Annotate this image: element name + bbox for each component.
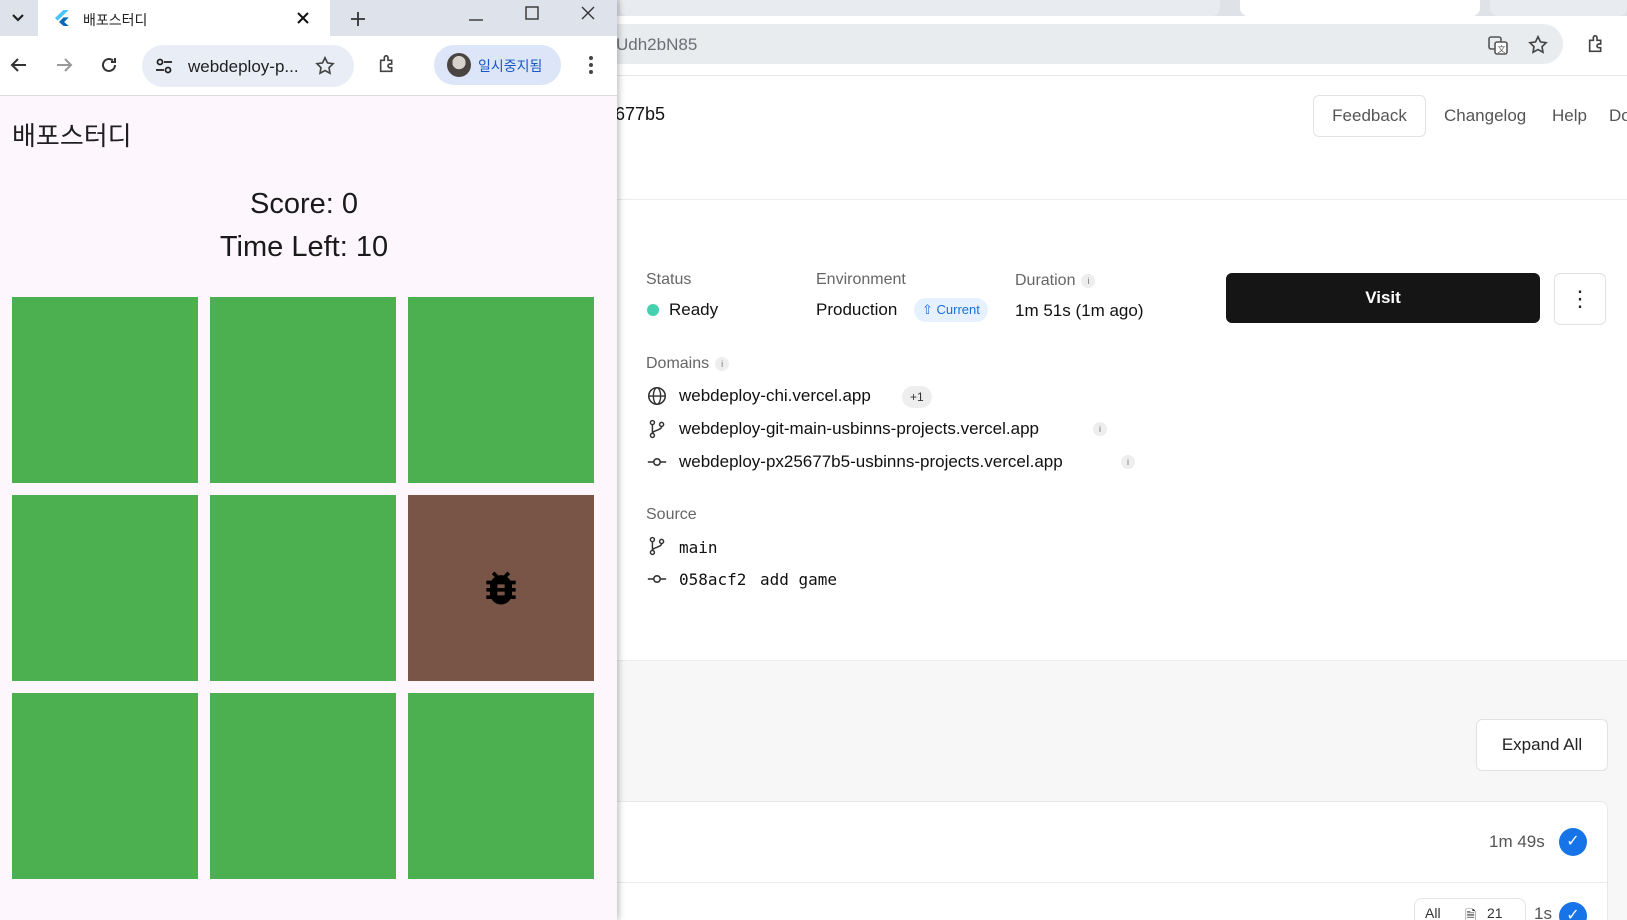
app-title: 배포스터디	[12, 121, 132, 151]
address-bar[interactable]: webdeploy-p...	[142, 45, 354, 87]
info-icon[interactable]: i	[1081, 273, 1096, 288]
more-domains-badge[interactable]: +1	[902, 386, 932, 408]
kebab-icon: ⋮	[1569, 286, 1591, 311]
tab-strip: 배포스터디	[0, 0, 617, 36]
domains-label: Domains i	[646, 355, 730, 373]
duration-label: Duration i	[1015, 272, 1096, 290]
branch-icon	[649, 536, 665, 556]
arrow-up-circle-icon: ⇧	[922, 302, 933, 317]
check-icon: ✓	[1559, 902, 1587, 920]
docs-link[interactable]: Do	[1609, 106, 1627, 126]
changelog-link[interactable]: Changelog	[1444, 106, 1526, 126]
commit-icon	[647, 458, 667, 466]
divider	[606, 882, 1607, 883]
grid-cell[interactable]	[408, 693, 594, 879]
site-settings-icon[interactable]	[154, 56, 174, 76]
feedback-button[interactable]: Feedback	[1313, 95, 1426, 137]
maximize-icon[interactable]	[524, 5, 540, 21]
more-options-button[interactable]: ⋮	[1554, 273, 1606, 325]
bg-tab[interactable]	[620, 0, 1220, 16]
commit-message: add game	[760, 570, 838, 589]
grid-cell[interactable]	[210, 297, 396, 483]
current-badge-text: Current	[936, 302, 980, 317]
time-left-display: Time Left: 10	[219, 231, 389, 263]
domain-link[interactable]: webdeploy-chi.vercel.app	[679, 386, 871, 406]
domain-link[interactable]: webdeploy-git-main-usbinns-projects.verc…	[679, 419, 1039, 439]
menu-kebab-icon[interactable]	[582, 55, 600, 75]
bg-address-text: Udh2bN85	[616, 35, 698, 54]
extensions-icon[interactable]	[1586, 33, 1608, 55]
status-dot	[647, 304, 659, 316]
status-label: Status	[646, 271, 692, 288]
globe-icon	[647, 386, 667, 406]
grid-cell[interactable]	[12, 495, 198, 681]
grid-cell[interactable]	[12, 693, 198, 879]
back-icon[interactable]	[9, 55, 29, 75]
avatar	[447, 53, 471, 77]
flutter-icon	[55, 10, 69, 26]
bug-icon	[486, 571, 516, 605]
tab-title: 배포스터디	[83, 12, 148, 28]
info-icon[interactable]: i	[1093, 422, 1107, 436]
check-icon: ✓	[1559, 828, 1587, 856]
current-badge: ⇧ Current	[914, 298, 988, 322]
domains-label-text: Domains	[646, 355, 710, 372]
status-value: Ready	[669, 300, 719, 319]
score-display: Score: 0	[250, 188, 358, 220]
reload-icon[interactable]	[99, 55, 119, 75]
game-grid	[12, 297, 600, 885]
help-link[interactable]: Help	[1552, 106, 1587, 126]
expand-all-button[interactable]: Expand All	[1476, 719, 1608, 771]
log-filter-pill[interactable]: All 🗎 21	[1414, 898, 1526, 920]
source-branch[interactable]: main	[679, 538, 718, 557]
forward-icon[interactable]	[54, 55, 74, 75]
duration-value: 1m 51s (1m ago)	[1015, 301, 1144, 320]
commit-icon	[647, 575, 667, 583]
info-icon[interactable]: i	[1121, 455, 1135, 469]
source-label: Source	[646, 506, 697, 523]
build-duration: 1m 49s	[1489, 832, 1545, 851]
step-duration: 1s	[1534, 904, 1552, 920]
close-window-icon[interactable]	[580, 5, 596, 21]
active-tab[interactable]: 배포스터디	[38, 0, 330, 36]
profile-status: 일시중지됨	[478, 58, 543, 74]
grid-cell[interactable]	[210, 495, 396, 681]
new-tab-icon[interactable]	[350, 11, 366, 27]
pill-count: 21	[1487, 905, 1503, 920]
duration-label-text: Duration	[1015, 272, 1076, 289]
game-browser-window: 배포스터디 webdeploy-p... 일시중지됨 배포스터디 Score: …	[0, 0, 617, 920]
bg-tab[interactable]	[1490, 0, 1627, 16]
translate-icon[interactable]: 文	[1487, 34, 1509, 56]
browser-toolbar: webdeploy-p... 일시중지됨	[0, 36, 617, 96]
profile-button[interactable]: 일시중지됨	[434, 45, 561, 85]
domain-link[interactable]: webdeploy-px25677b5-usbinns-projects.ver…	[679, 452, 1063, 472]
tab-search-icon[interactable]	[8, 8, 28, 28]
svg-text:文: 文	[1498, 44, 1506, 54]
branch-icon	[649, 419, 665, 439]
pill-all[interactable]: All	[1425, 905, 1441, 920]
bg-address-bar[interactable]: Udh2bN85 文	[580, 24, 1563, 64]
extensions-icon[interactable]	[377, 53, 399, 75]
environment-label: Environment	[816, 271, 906, 288]
bookmark-star-icon[interactable]	[1527, 34, 1549, 56]
commit-hash[interactable]: 058acf2	[679, 570, 746, 589]
info-icon[interactable]: i	[715, 356, 730, 371]
bg-tab-active[interactable]	[1240, 0, 1480, 16]
bug-cell[interactable]	[408, 495, 594, 681]
grid-cell[interactable]	[408, 297, 594, 483]
visit-button[interactable]: Visit	[1226, 273, 1540, 323]
grid-cell[interactable]	[210, 693, 396, 879]
game-app: 배포스터디 Score: 0 Time Left: 10	[0, 96, 617, 920]
grid-cell[interactable]	[12, 297, 198, 483]
build-log-card[interactable]: 1m 49s ✓ All 🗎 21 1s ✓	[605, 801, 1608, 920]
file-icon: 🗎	[1465, 907, 1477, 920]
url-text: webdeploy-p...	[188, 57, 299, 76]
environment-value: Production	[816, 300, 898, 319]
close-tab-icon[interactable]	[296, 11, 310, 25]
minimize-icon[interactable]	[468, 12, 484, 28]
bookmark-star-icon[interactable]	[314, 55, 336, 77]
